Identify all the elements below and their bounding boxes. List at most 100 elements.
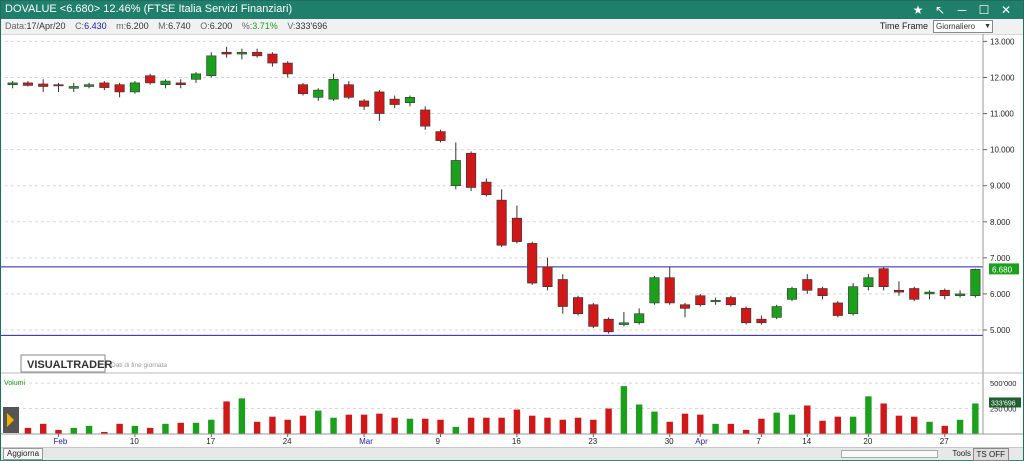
candle-body: [756, 318, 767, 324]
price-tick-label: 10.000: [990, 146, 1015, 155]
volume-bar: [467, 417, 475, 434]
volume-bar: [895, 415, 903, 434]
candle-body: [695, 295, 706, 306]
volume-bar: [223, 401, 230, 434]
volume-bar: [116, 423, 123, 434]
date-label: Data:: [5, 21, 27, 31]
star-icon[interactable]: ★: [907, 1, 929, 19]
price-tick-label: 8.000: [990, 218, 1011, 227]
time-tick-label: 30: [665, 437, 674, 446]
max-value: 6.740: [168, 21, 191, 31]
candle-body: [160, 80, 171, 85]
tools-button[interactable]: Tools: [952, 448, 971, 459]
candle-body: [359, 100, 370, 107]
volume-tick-label: 500'000: [990, 379, 1016, 388]
volume-bar: [590, 419, 597, 434]
candle-body: [878, 268, 889, 287]
time-tick-label: Feb: [53, 437, 67, 446]
open-value: 6.200: [209, 21, 233, 31]
candle-body: [802, 279, 813, 291]
volume-bar: [422, 418, 429, 434]
volume-bar: [162, 423, 169, 434]
candle-body: [557, 279, 568, 307]
candle-body: [909, 288, 920, 300]
candle-body: [527, 243, 538, 284]
volume-bar: [849, 416, 857, 434]
last-volume-badge-label: 333'696: [991, 400, 1016, 407]
candle-body: [618, 322, 629, 325]
candle-body: [84, 84, 95, 87]
time-tick-label: 27: [940, 437, 949, 446]
candle-body: [542, 266, 553, 287]
volume-bar: [544, 417, 551, 434]
candle-body: [817, 288, 828, 297]
candle-body: [129, 82, 140, 93]
volume-bar: [819, 420, 826, 434]
candle-body: [832, 302, 843, 316]
volume-bar: [177, 422, 184, 434]
volume-bar: [437, 419, 444, 434]
date-value: 17/Apr/20: [26, 21, 66, 31]
expand-arrow-button[interactable]: [3, 407, 19, 433]
time-tick-label: 9: [436, 437, 441, 446]
candle-body: [573, 297, 584, 315]
price-tick-label: 5.000: [990, 326, 1011, 335]
pct-label: %:: [241, 21, 253, 31]
timeframe-select[interactable]: Giornaliero ▼: [933, 20, 993, 33]
volume-bar: [911, 416, 918, 434]
volume-bar: [315, 410, 322, 434]
candle-body: [175, 82, 186, 85]
candle-body: [634, 313, 645, 324]
candle-body: [893, 290, 904, 293]
title-bar: DOVALUE <6.680> 12.46% (FTSE Italia Serv…: [1, 1, 1023, 19]
vol-value: 333'696: [295, 21, 328, 31]
candle-body: [664, 277, 675, 304]
data-note: Dati di fine giornata: [111, 362, 167, 369]
time-tick-label: 23: [588, 437, 597, 446]
candle-body: [939, 290, 950, 297]
volume-bar: [85, 425, 93, 434]
candle-body: [68, 86, 79, 89]
candle-body: [374, 91, 385, 114]
maximize-icon[interactable]: ☐: [973, 1, 995, 19]
volume-bar: [727, 423, 735, 434]
candle-body: [511, 217, 522, 242]
price-chart[interactable]: 13.000 12.000 11.000 10.000 9.000 8.000 7.000 6…: [1, 34, 1023, 447]
candle-body: [206, 55, 217, 76]
minimize-icon[interactable]: ─: [951, 1, 973, 19]
volume-bar: [666, 421, 673, 434]
price-tick-label: 12.000: [990, 73, 1015, 82]
volume-bar: [712, 423, 719, 434]
volume-bar: [192, 422, 200, 434]
ts-off-button[interactable]: TS OFF: [972, 448, 1009, 461]
close-value: 6.430: [84, 21, 107, 31]
volume-bar: [238, 398, 246, 434]
candle-body: [252, 51, 263, 57]
min-value: 6.200: [126, 21, 149, 31]
volume-bar: [574, 417, 582, 434]
time-tick-label: Mar: [359, 437, 373, 446]
time-tick-label: 20: [863, 437, 872, 446]
volume-bar: [498, 417, 505, 434]
volume-bar: [55, 429, 62, 434]
candle-body: [679, 304, 691, 309]
close-label: C:: [75, 21, 85, 31]
volume-bar: [345, 414, 353, 434]
aggiorna-button[interactable]: Aggiorna: [3, 448, 44, 460]
volume-bar: [880, 403, 887, 434]
chevron-down-icon: ▼: [984, 23, 991, 30]
candle-body: [588, 304, 599, 327]
candle-body: [404, 97, 415, 104]
chart-window: DOVALUE <6.680> 12.46% (FTSE Italia Serv…: [0, 0, 1024, 461]
ohlc-info-bar: Data:17/Apr/20 C:6.430 m:6.200 M:6.740 O…: [1, 19, 1023, 35]
volume-panel-label: Volumi: [4, 380, 25, 387]
candle-body: [313, 89, 324, 98]
pin-icon[interactable]: ↖: [929, 1, 951, 19]
horizontal-scrollbar[interactable]: [841, 450, 938, 458]
volume-bar: [391, 417, 398, 434]
close-icon[interactable]: ✕: [995, 1, 1017, 19]
candles-layer: [7, 46, 981, 334]
candle-body: [282, 62, 293, 75]
volume-bar: [788, 414, 796, 434]
time-tick-label: 24: [283, 437, 292, 446]
